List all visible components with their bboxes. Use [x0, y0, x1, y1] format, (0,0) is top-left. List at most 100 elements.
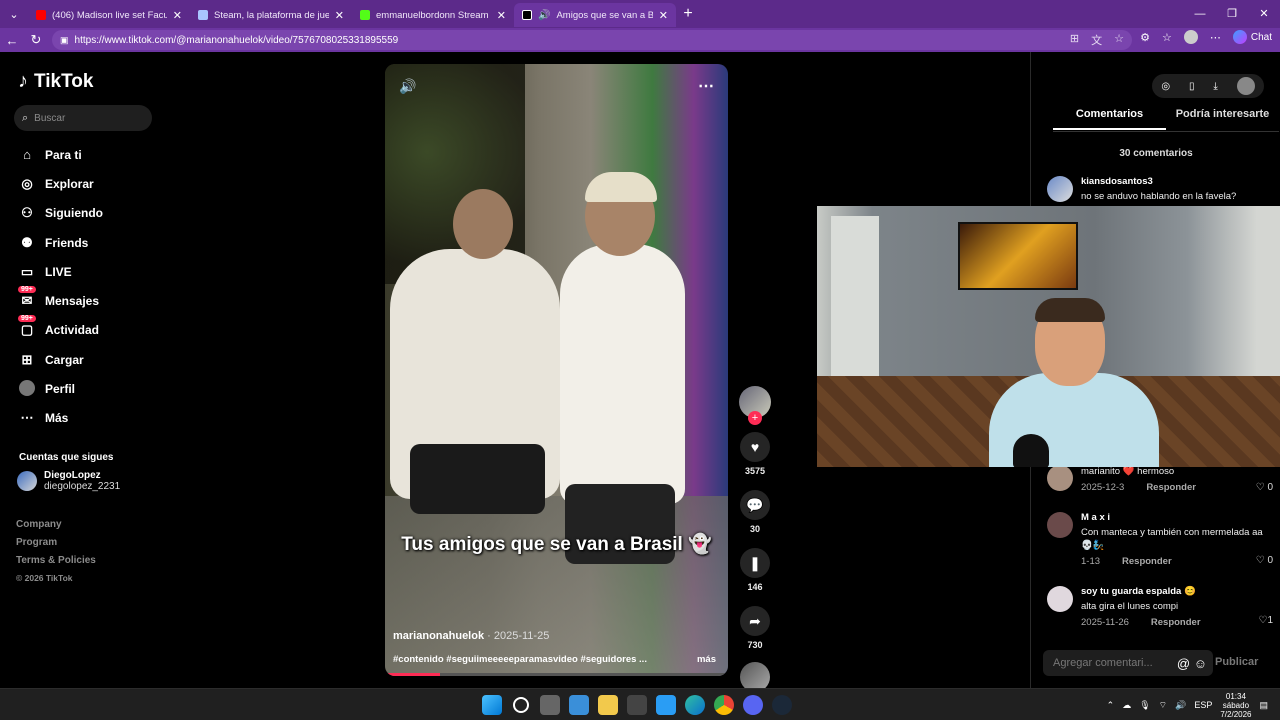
- tiktok-logo[interactable]: ♪ TikTok: [18, 70, 93, 93]
- site-info-icon[interactable]: ▣: [60, 35, 69, 46]
- followed-account-item[interactable]: DiegoLopez diegolopez_2231: [17, 470, 120, 492]
- video-more-link[interactable]: más: [697, 654, 716, 665]
- compass-icon[interactable]: ◎: [1161, 81, 1170, 92]
- chrome-icon[interactable]: [714, 695, 734, 715]
- reply-button[interactable]: Responder: [1146, 482, 1196, 493]
- comment-button[interactable]: 💬: [740, 490, 770, 520]
- cloud-icon[interactable]: ☁: [1122, 700, 1131, 711]
- volume-icon[interactable]: 🔊: [1175, 700, 1186, 711]
- footer-link-terms[interactable]: Terms & Policies: [16, 555, 96, 573]
- profile-avatar[interactable]: [1183, 30, 1198, 44]
- settings-more-icon[interactable]: ⋯: [1210, 31, 1221, 44]
- sidebar-item-mensajes[interactable]: ✉ 99+ Mensajes: [16, 286, 103, 315]
- sidebar-item-label: Friends: [45, 235, 89, 250]
- close-window-icon[interactable]: ✕: [1248, 0, 1280, 28]
- translate-icon[interactable]: 文: [1091, 32, 1102, 48]
- browser-tab-tiktok[interactable]: 🔊 Amigos que se van a Brasil ✕: [514, 3, 676, 27]
- comment-username[interactable]: soy tu guarda espalda 😊: [1081, 586, 1201, 597]
- browser-tab-youtube[interactable]: (406) Madison live set Facu romano ✕: [28, 3, 190, 27]
- comment-like[interactable]: ♡ 0: [1256, 482, 1273, 493]
- search-icon[interactable]: [513, 697, 529, 713]
- video-hashtags[interactable]: #contenido #seguiimeeeeeparamasvideo #se…: [393, 654, 647, 665]
- heart-icon: ♥: [750, 439, 760, 455]
- volume-icon[interactable]: 🔊: [399, 78, 416, 95]
- sidebar-item-actividad[interactable]: ▢ 99+ Actividad: [16, 315, 103, 345]
- avatar[interactable]: [1047, 176, 1073, 202]
- minimize-icon[interactable]: —: [1184, 0, 1216, 28]
- sidebar-item-perfil[interactable]: Perfil: [16, 374, 103, 403]
- close-tab-icon[interactable]: ✕: [173, 9, 182, 22]
- copilot-chat-button[interactable]: Chat: [1232, 30, 1272, 44]
- discord-icon[interactable]: [743, 695, 763, 715]
- comment-like[interactable]: ♡1: [1258, 615, 1273, 626]
- restore-icon[interactable]: ❐: [1216, 0, 1248, 28]
- share-button[interactable]: ➦: [740, 606, 770, 636]
- sidebar-item-cargar[interactable]: ⊞ Cargar: [16, 345, 103, 374]
- device-icon[interactable]: ▯: [1189, 81, 1195, 92]
- chevron-up-icon[interactable]: ⌃: [1107, 700, 1115, 711]
- comment-like[interactable]: ♡ 0: [1256, 555, 1273, 566]
- creator-avatar[interactable]: +: [739, 386, 771, 425]
- favorites-icon[interactable]: ☆: [1162, 31, 1172, 44]
- close-tab-icon[interactable]: ✕: [335, 9, 344, 22]
- favorite-star-icon[interactable]: ☆: [1114, 32, 1124, 48]
- refresh-icon[interactable]: ↻: [24, 32, 48, 48]
- network-app-icon[interactable]: [656, 695, 676, 715]
- save-button[interactable]: ❚: [740, 548, 770, 578]
- sidebar-item-siguiendo[interactable]: ⚇ Siguiendo: [16, 199, 103, 228]
- comment-username[interactable]: kiansdosantos3: [1081, 176, 1236, 187]
- new-tab-button[interactable]: +: [676, 5, 700, 23]
- url-field[interactable]: ▣ https://www.tiktok.com/@marianonahuelo…: [52, 30, 1132, 50]
- footer-link-program[interactable]: Program: [16, 537, 96, 555]
- avatar[interactable]: [1047, 586, 1073, 612]
- user-avatar[interactable]: [1236, 77, 1255, 95]
- wifi-icon[interactable]: ⌔: [1159, 700, 1167, 711]
- like-button[interactable]: ♥: [740, 432, 770, 462]
- avatar[interactable]: [1047, 465, 1073, 491]
- tab-comentarios[interactable]: Comentarios: [1053, 108, 1166, 130]
- browser-tab-kick[interactable]: emmanuelbordonn Stream - Watc ✕: [352, 3, 514, 27]
- more-options-icon[interactable]: ⋯: [698, 76, 714, 96]
- clock[interactable]: 01:34 sábado 7/2/2026: [1220, 692, 1251, 719]
- close-tab-icon[interactable]: ✕: [659, 9, 668, 22]
- video-date: · 2025-11-25: [487, 630, 550, 642]
- avatar[interactable]: [1047, 512, 1073, 538]
- search-input[interactable]: ⌕ Buscar: [14, 105, 152, 131]
- task-view-icon[interactable]: [540, 695, 560, 715]
- windows-start-icon[interactable]: [482, 695, 502, 715]
- download-icon[interactable]: ⤓: [1213, 81, 1217, 92]
- file-explorer-icon[interactable]: [598, 695, 618, 715]
- comment-username[interactable]: M a x i: [1081, 512, 1273, 523]
- speaker-icon[interactable]: 🔊: [538, 10, 550, 21]
- reply-button[interactable]: Responder: [1151, 617, 1201, 628]
- sidebar-item-mas[interactable]: ⋯ Más: [16, 404, 103, 433]
- footer-link-company[interactable]: Company: [16, 519, 96, 537]
- comment-date: 2025-11-26: [1081, 617, 1129, 628]
- publish-button[interactable]: Publicar: [1215, 656, 1258, 668]
- steam-icon[interactable]: [772, 695, 792, 715]
- back-arrow-icon[interactable]: ←: [0, 33, 24, 48]
- video-player[interactable]: 🔊 ⋯ Tus amigos que se van a Brasil 👻 mar…: [385, 64, 728, 676]
- sidebar-item-live[interactable]: ▭ LIVE: [16, 257, 103, 286]
- close-tab-icon[interactable]: ✕: [497, 9, 506, 22]
- microphone-icon[interactable]: 🎙: [1139, 700, 1150, 711]
- notifications-icon[interactable]: ▤: [1259, 700, 1268, 711]
- reply-button[interactable]: Responder: [1122, 556, 1172, 567]
- widgets-icon[interactable]: [569, 695, 589, 715]
- sidebar-item-friends[interactable]: ⚉ Friends: [16, 228, 103, 257]
- app-available-icon[interactable]: ⊞: [1070, 32, 1079, 48]
- tab-actions-chevron-icon[interactable]: ⌄: [0, 0, 28, 28]
- comment-input[interactable]: Agregar comentari... @ ☺: [1043, 650, 1213, 676]
- mention-emoji-icons[interactable]: @ ☺: [1177, 656, 1207, 671]
- language-indicator[interactable]: ESP: [1194, 700, 1212, 710]
- video-author[interactable]: marianonahuelok: [393, 630, 484, 642]
- edge-icon[interactable]: [685, 695, 705, 715]
- follow-plus-icon[interactable]: +: [748, 411, 762, 425]
- microsoft-store-icon[interactable]: [627, 695, 647, 715]
- video-progress-bar[interactable]: [385, 673, 728, 676]
- sidebar-item-para-ti[interactable]: ⌂ Para ti: [16, 140, 103, 169]
- extensions-icon[interactable]: ⚙: [1140, 31, 1150, 44]
- tab-podria-interesarte[interactable]: Podría interesarte: [1166, 108, 1279, 130]
- sidebar-item-explorar[interactable]: ◎ Explorar: [16, 169, 103, 198]
- browser-tab-steam[interactable]: Steam, la plataforma de juegos c ✕: [190, 3, 352, 27]
